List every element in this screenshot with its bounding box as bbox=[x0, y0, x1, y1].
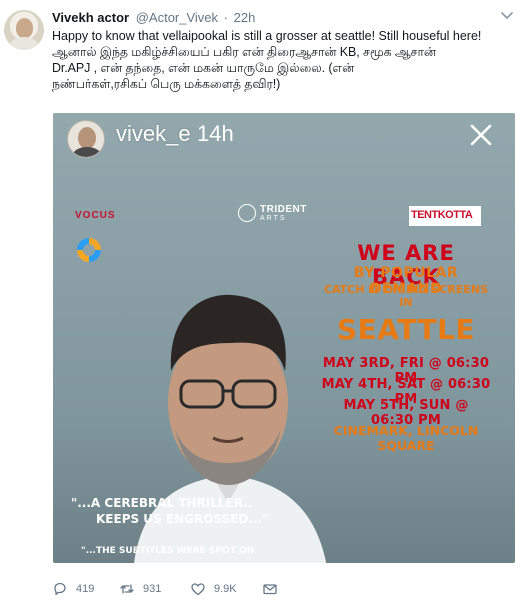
poster-venue: CINEMARK, LINCOLN SQUARE bbox=[333, 423, 479, 453]
review-quote-line1: "...A CEREBRAL THRILLER.. bbox=[71, 496, 253, 510]
reply-count: 419 bbox=[76, 583, 95, 595]
trident-logo-sub: ARTS bbox=[260, 215, 287, 222]
poster-tagline: CATCH IT ON BIG SCREENS IN bbox=[323, 283, 489, 309]
review-quote-line2: KEEPS US ENGROSSED..." bbox=[96, 512, 269, 526]
reply-button[interactable]: 419 bbox=[52, 580, 94, 598]
trident-logo-name: TRIDENT bbox=[260, 204, 307, 215]
display-name[interactable]: Vivekh actor bbox=[52, 10, 129, 25]
tweet-text-tamil-line1: ஆனால் இந்த மகிழ்ச்சியைப் பகிர என் திரைஆச… bbox=[52, 45, 436, 59]
separator-dot: · bbox=[223, 10, 229, 25]
tweet: Vivekh actor @Actor_Vivek · 22h Happy to… bbox=[0, 0, 530, 600]
vocus-logo: VOCUS bbox=[75, 205, 137, 225]
story-username[interactable]: vivek_e bbox=[116, 121, 191, 147]
vocus-logo-text: VOCUS bbox=[75, 210, 116, 221]
tweet-time[interactable]: 22h bbox=[234, 10, 256, 25]
circle-logo-icon bbox=[77, 238, 101, 262]
tweet-text-tamil-line2: Dr.APJ , என் தந்தை, என் மகன் யாருமே இல்ல… bbox=[52, 61, 355, 75]
retweet-button[interactable]: 931 bbox=[119, 580, 161, 598]
trident-arts-logo: TRIDENT ARTS bbox=[238, 204, 318, 226]
tweet-media[interactable]: vivek_e 14h VOCUS TRIDENT ARTS TENTKOTTA… bbox=[53, 113, 515, 563]
user-handle[interactable]: @Actor_Vivek bbox=[136, 10, 218, 25]
reply-icon bbox=[54, 582, 66, 596]
direct-message-button[interactable] bbox=[262, 580, 278, 598]
like-count: 9.9K bbox=[214, 583, 237, 595]
tentkotta-logo-text: TENTKOTTA bbox=[411, 209, 473, 221]
tweet-text-tamil-line3: நண்பர்கள்,ரசிகப் பெரு மக்களைத் தவிர!) bbox=[52, 77, 281, 91]
trident-icon bbox=[238, 204, 256, 222]
review-quote-subtitles: "...THE SUBTITLES WERE SPOT ON bbox=[81, 546, 255, 556]
story-avatar-face bbox=[78, 127, 96, 149]
poster-city: SEATTLE bbox=[336, 313, 476, 346]
story-time: 14h bbox=[197, 121, 234, 146]
avatar-face bbox=[16, 18, 33, 38]
tweet-text-english: Happy to know that vellaipookal is still… bbox=[52, 29, 482, 43]
close-icon[interactable] bbox=[468, 122, 494, 148]
tweet-text: Happy to know that vellaipookal is still… bbox=[52, 28, 514, 92]
tweet-header: Vivekh actor @Actor_Vivek · 22h bbox=[52, 10, 255, 25]
tweet-actions: 419 931 9.9K bbox=[52, 580, 372, 598]
envelope-icon bbox=[263, 584, 277, 595]
chevron-down-icon[interactable] bbox=[500, 11, 514, 21]
avatar[interactable] bbox=[4, 10, 44, 50]
retweet-count: 931 bbox=[143, 583, 162, 595]
avatar-shirt bbox=[10, 37, 38, 50]
story-avatar[interactable] bbox=[67, 120, 105, 158]
heart-icon bbox=[191, 583, 205, 596]
like-button[interactable]: 9.9K bbox=[190, 580, 237, 598]
story-avatar-body bbox=[73, 147, 101, 157]
retweet-icon bbox=[120, 584, 134, 594]
tentkotta-logo: TENTKOTTA bbox=[409, 206, 481, 226]
